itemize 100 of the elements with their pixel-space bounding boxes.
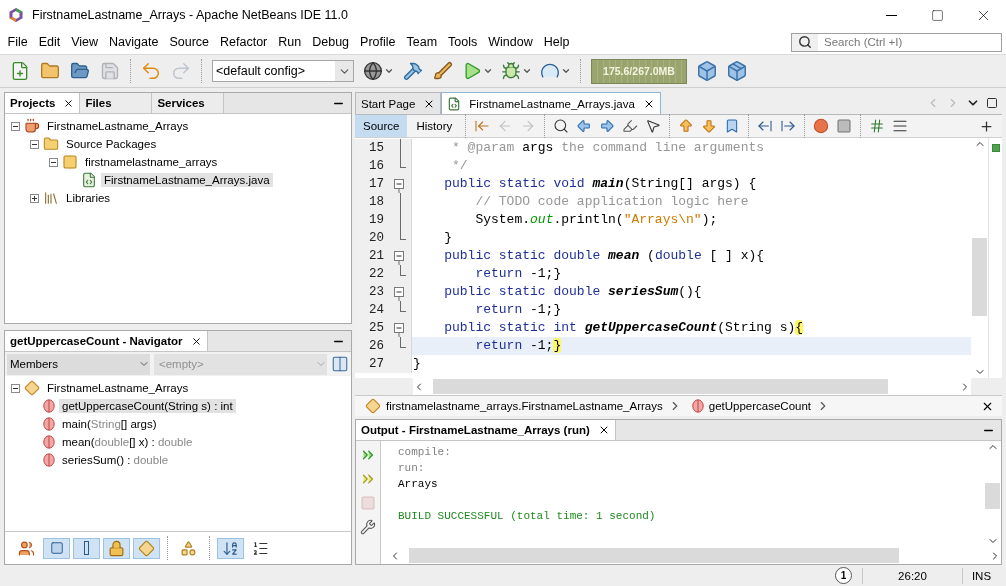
- filter-toggle[interactable]: [103, 537, 130, 559]
- menu-item[interactable]: View: [65, 31, 104, 53]
- diamond-icon: [138, 539, 155, 557]
- panel-tab[interactable]: Services: [152, 93, 225, 113]
- undo-icon: [140, 60, 162, 82]
- config-dropdown[interactable]: <default config>: [212, 60, 354, 82]
- stop-icon: [360, 495, 376, 511]
- record-icon: [813, 118, 830, 134]
- close-icon[interactable]: [190, 335, 202, 347]
- tree-item[interactable]: Source Packages: [63, 137, 160, 151]
- window-title: FirstnameLastname_Arrays - Apache NetBeans IDE 11.0: [32, 8, 349, 22]
- line-number: 17: [355, 175, 388, 193]
- method-icon: [691, 399, 704, 413]
- tree-item[interactable]: FirstnameLastname_Arrays: [44, 119, 192, 133]
- collapse-icon[interactable]: [11, 121, 20, 131]
- globe-icon: [363, 61, 383, 81]
- panel-tab[interactable]: Files: [80, 93, 153, 113]
- menu-item[interactable]: File: [2, 31, 34, 53]
- open-folder-icon: [70, 61, 90, 81]
- method-icon: [43, 417, 55, 431]
- members-dropdown[interactable]: Members: [7, 353, 150, 375]
- tree-item[interactable]: firstnamelastname_arrays: [82, 155, 221, 169]
- collapse-icon[interactable]: [49, 157, 58, 167]
- notification-bubble[interactable]: 1: [835, 567, 852, 584]
- menu-item[interactable]: Navigate: [103, 31, 164, 53]
- scroll-thumb[interactable]: [985, 483, 1000, 509]
- shapes-icon: [180, 539, 197, 557]
- line-number: 22: [355, 265, 388, 283]
- menu-item[interactable]: Tools: [442, 31, 483, 53]
- columns-icon[interactable]: [331, 355, 349, 373]
- tree-item[interactable]: FirstnameLastname_Arrays: [44, 381, 192, 395]
- tree-item[interactable]: Libraries: [63, 191, 114, 205]
- editor-tab[interactable]: Start Page: [355, 92, 442, 114]
- hash-icon: [869, 118, 886, 134]
- package-icon: [726, 60, 748, 82]
- pointer-icon: [645, 118, 662, 134]
- folder-icon: [43, 136, 59, 152]
- class-icon: [24, 380, 40, 396]
- tree-item[interactable]: getUppercaseCount(String s) : int: [59, 399, 236, 413]
- menu-item[interactable]: Profile: [354, 31, 401, 53]
- view-tab[interactable]: Source: [355, 115, 408, 137]
- big-arrow-right-icon: [599, 118, 616, 134]
- maximize-icon[interactable]: [986, 97, 998, 109]
- menu-item[interactable]: Help: [538, 31, 575, 53]
- panel-tab[interactable]: getUppercaseCount - Navigator: [5, 331, 208, 351]
- menu-item[interactable]: Team: [401, 31, 443, 53]
- horizontal-scrollbar[interactable]: [413, 378, 971, 395]
- shift-left-icon: [757, 118, 774, 134]
- split-icon[interactable]: [979, 118, 994, 134]
- class-icon: [365, 398, 381, 414]
- menu-item[interactable]: Debug: [306, 31, 355, 53]
- tree-item[interactable]: seriesSum() : double: [59, 453, 172, 467]
- view-tab[interactable]: History: [408, 115, 461, 137]
- tree-item[interactable]: main(String[] args): [59, 417, 160, 431]
- line-number: 21: [355, 247, 388, 265]
- coffee-cup-icon: [24, 118, 40, 134]
- big-arrow-down-icon: [701, 118, 718, 134]
- big-arrow-left-icon: [576, 118, 593, 134]
- menu-item[interactable]: Refactor: [214, 31, 273, 53]
- output-line: run:: [398, 461, 426, 476]
- scope-dropdown[interactable]: <empty>: [154, 353, 327, 375]
- minimize-icon: [885, 14, 897, 16]
- expand-icon[interactable]: [30, 193, 39, 203]
- breadcrumb[interactable]: firstnamelastname_arrays.FirstnameLastname_Arrays: [363, 398, 684, 414]
- highlighter-icon: [622, 118, 639, 134]
- search-field[interactable]: Search (Ctrl +I): [791, 32, 1002, 52]
- filter-toggle[interactable]: [43, 537, 70, 559]
- line-number: 26: [355, 337, 388, 355]
- line-number: 25: [355, 319, 388, 337]
- redo-icon: [170, 60, 192, 82]
- close-icon[interactable]: [63, 97, 75, 109]
- maximize-icon: [930, 8, 944, 22]
- sort-list-icon: [252, 539, 269, 557]
- filter-toggle[interactable]: [133, 537, 160, 559]
- save-icon: [100, 61, 120, 81]
- collapse-icon[interactable]: [11, 383, 20, 393]
- collapse-icon[interactable]: [30, 139, 39, 149]
- filter-toggle[interactable]: [217, 537, 244, 559]
- library-icon: [43, 190, 59, 206]
- scroll-thumb[interactable]: [972, 238, 987, 316]
- panel-tab[interactable]: Output - FirstnameLastname_Arrays (run): [356, 420, 616, 440]
- scroll-thumb[interactable]: [409, 548, 899, 563]
- editor-tab[interactable]: FirstnameLastname_Arrays.java: [441, 92, 661, 114]
- menu-item[interactable]: Source: [163, 31, 215, 53]
- menu-item[interactable]: Window: [482, 31, 539, 53]
- tree-item[interactable]: FirstnameLastname_Arrays.java: [101, 173, 273, 187]
- line-number: 24: [355, 301, 388, 319]
- breadcrumb[interactable]: getUppercaseCount: [689, 399, 833, 413]
- filter-toggle[interactable]: [73, 537, 100, 559]
- panel-tab[interactable]: Projects: [5, 93, 81, 113]
- scope-input[interactable]: <empty>: [157, 357, 315, 371]
- hammer-icon: [403, 61, 423, 81]
- scroll-thumb[interactable]: [433, 379, 888, 394]
- menu-item[interactable]: Run: [272, 31, 307, 53]
- output-line: BUILD SUCCESSFUL (total time: 1 second): [398, 509, 657, 524]
- tree-item[interactable]: mean(double[] x) : double: [59, 435, 196, 449]
- big-arrow-up-icon: [678, 118, 695, 134]
- square-icon: [49, 541, 64, 555]
- method-icon: [43, 453, 55, 467]
- menu-item[interactable]: Edit: [33, 31, 66, 53]
